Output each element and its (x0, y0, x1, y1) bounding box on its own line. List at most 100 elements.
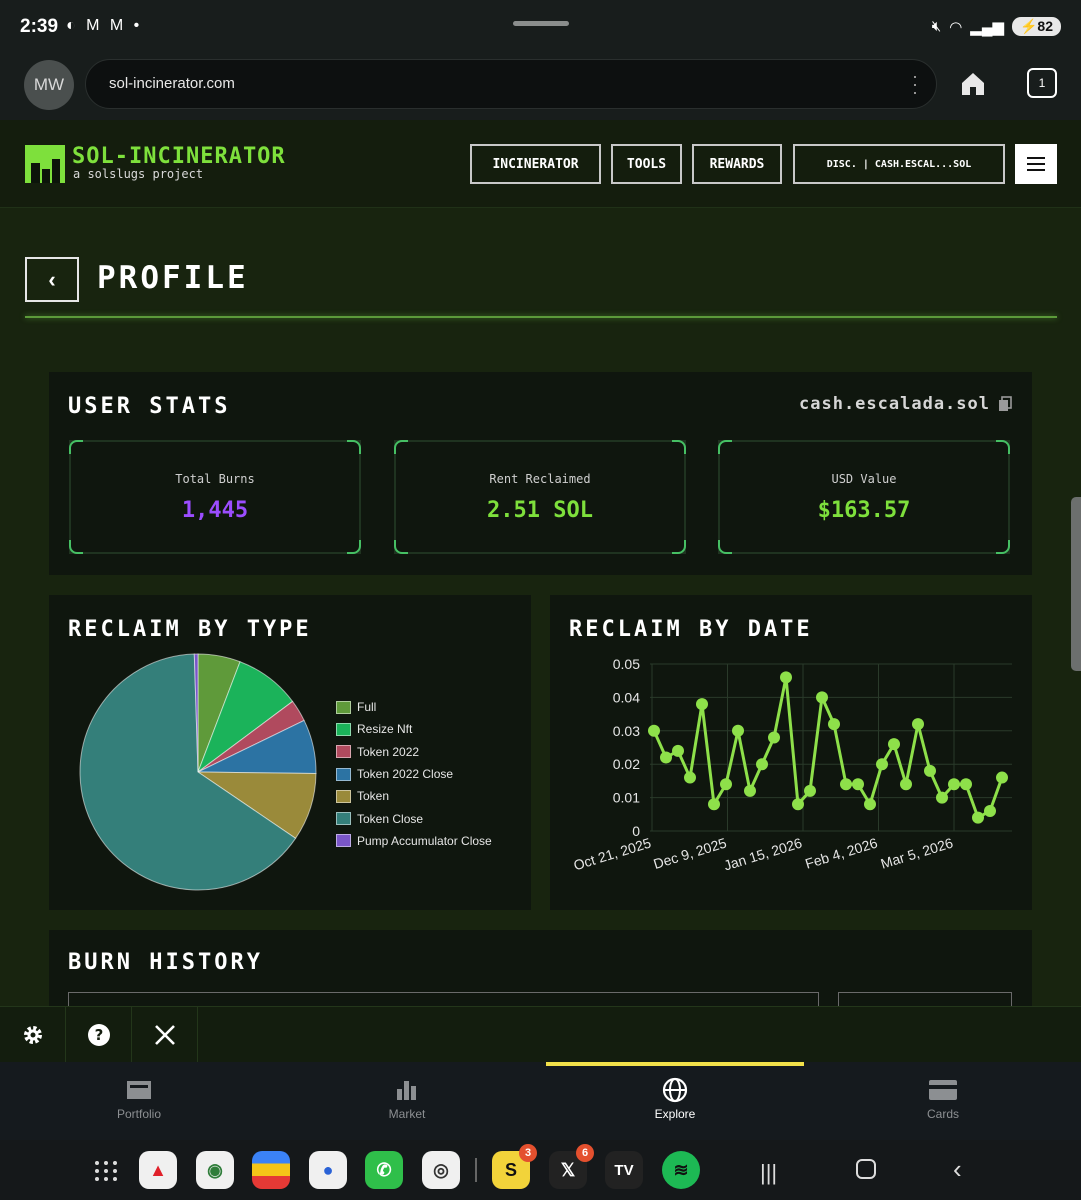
data-point[interactable] (852, 778, 864, 791)
data-point[interactable] (780, 671, 792, 684)
y-tick-label: 0.05 (613, 656, 640, 672)
phone-app-icon[interactable]: ✆ (365, 1151, 403, 1189)
nav-explore[interactable]: Explore (540, 1062, 810, 1140)
tab-switcher-button[interactable]: 1 (1027, 68, 1057, 98)
data-point[interactable] (936, 791, 948, 804)
pie-legend: Full Resize Nft Token 2022 Token 2022 Close… (336, 696, 492, 852)
data-point[interactable] (708, 798, 720, 811)
maps-app-icon[interactable]: ◉ (196, 1151, 234, 1189)
status-time: 2:39 (20, 16, 59, 37)
data-point[interactable] (792, 798, 804, 811)
data-point[interactable] (888, 738, 900, 751)
profile-avatar[interactable]: MW (24, 60, 74, 110)
more-options-icon[interactable]: · · · (912, 67, 918, 101)
doordash-app-icon[interactable]: ▲ (139, 1151, 177, 1189)
data-point[interactable] (816, 691, 828, 704)
pull-handle[interactable] (513, 21, 569, 26)
camera-app-icon[interactable]: ◎ (422, 1151, 460, 1189)
x-social-button[interactable] (132, 1007, 198, 1063)
stat-label: Rent Reclaimed (489, 472, 591, 486)
legend-item[interactable]: Pump Accumulator Close (336, 830, 492, 852)
messages-app-icon[interactable]: ● (309, 1151, 347, 1189)
legend-item[interactable]: Token Close (336, 807, 492, 829)
wallet-app-icon[interactable] (252, 1151, 290, 1189)
legend-label: Token 2022 Close (357, 767, 454, 782)
page-scrollbar[interactable] (1071, 497, 1081, 671)
brand-name[interactable]: SOL-INCINERATOR (72, 144, 286, 169)
data-point[interactable] (660, 751, 672, 764)
logo-icon[interactable] (25, 145, 65, 183)
data-point[interactable] (828, 718, 840, 731)
data-point[interactable] (912, 718, 924, 731)
data-point[interactable] (804, 784, 816, 797)
data-point[interactable] (948, 778, 960, 791)
stat-label: USD Value (831, 472, 897, 486)
nav-incinerator-button[interactable]: INCINERATOR (470, 144, 601, 184)
legend-item[interactable]: Full (336, 696, 492, 718)
home-nav-icon[interactable] (856, 1159, 876, 1179)
data-point[interactable] (960, 778, 972, 791)
wallet-address[interactable]: cash.escalada.sol (799, 394, 1012, 414)
data-point[interactable] (900, 778, 912, 791)
stat-value: $163.57 (817, 498, 911, 523)
app-bottom-nav: Portfolio Market Explore Cards (0, 1062, 1081, 1140)
data-point[interactable] (768, 731, 780, 744)
nav-portfolio[interactable]: Portfolio (4, 1062, 274, 1140)
address-bar[interactable]: sol-incinerator.com · · · (85, 59, 937, 109)
data-point[interactable] (924, 764, 936, 777)
settings-button[interactable] (0, 1007, 66, 1063)
data-point[interactable] (732, 724, 744, 737)
copy-icon[interactable] (998, 396, 1012, 412)
x-logo-icon (154, 1025, 175, 1045)
stakeapp-icon[interactable]: S3 (492, 1144, 537, 1189)
settings-strip: ? (0, 1006, 1081, 1063)
tradingview-app-icon[interactable]: TV (605, 1151, 643, 1189)
y-tick-label: 0.04 (613, 689, 640, 705)
help-button[interactable]: ? (66, 1007, 132, 1063)
nav-market[interactable]: Market (272, 1062, 542, 1140)
data-point[interactable] (696, 698, 708, 711)
data-point[interactable] (720, 778, 732, 791)
data-point[interactable] (972, 811, 984, 824)
legend-label: Full (357, 700, 377, 715)
data-point[interactable] (756, 758, 768, 771)
nav-tools-button[interactable]: TOOLS (611, 144, 682, 184)
legend-label: Token 2022 (357, 744, 420, 759)
data-point[interactable] (876, 758, 888, 771)
url-text[interactable]: sol-incinerator.com (109, 75, 235, 92)
user-stats-title: USER STATS (68, 394, 231, 419)
nav-cards[interactable]: Cards (808, 1062, 1078, 1140)
legend-item[interactable]: Token (336, 785, 492, 807)
legend-item[interactable]: Resize Nft (336, 718, 492, 740)
data-point[interactable] (864, 798, 876, 811)
spotify-app-icon[interactable]: ≋ (662, 1151, 700, 1189)
back-button[interactable]: ‹ (25, 257, 79, 302)
legend-swatch (336, 767, 351, 781)
bar-chart-icon (397, 1081, 416, 1100)
data-point[interactable] (996, 771, 1008, 784)
legend-swatch (336, 789, 351, 803)
wallet-button[interactable]: DISC. | CASH.ESCAL...SOL (793, 144, 1005, 184)
hamburger-menu-icon[interactable] (1015, 144, 1057, 184)
nav-rewards-button[interactable]: REWARDS (692, 144, 782, 184)
data-point[interactable] (684, 771, 696, 784)
legend-item[interactable]: Token 2022 (336, 741, 492, 763)
legend-item[interactable]: Token 2022 Close (336, 763, 492, 785)
app-drawer-icon[interactable] (94, 1160, 118, 1182)
recents-icon[interactable]: ||| (760, 1160, 777, 1186)
status-bar: 2:39 ◐ M M • 🔇︎ ◠ ▂▄▆ ⚡82 (0, 0, 1081, 58)
chevron-left-icon: ‹ (48, 266, 56, 292)
legend-label: Token Close (357, 811, 424, 826)
brand-tagline: a solslugs project (73, 167, 204, 181)
back-nav-icon[interactable]: ‹ (953, 1154, 962, 1185)
legend-swatch (336, 722, 351, 736)
x-app-icon[interactable]: 𝕏6 (549, 1144, 594, 1189)
data-point[interactable] (744, 784, 756, 797)
legend-swatch (336, 745, 351, 759)
data-point[interactable] (672, 744, 684, 757)
globe-icon (662, 1077, 688, 1103)
data-point[interactable] (648, 724, 660, 737)
home-icon[interactable] (958, 69, 988, 99)
data-point[interactable] (984, 804, 996, 817)
data-point[interactable] (840, 778, 852, 791)
